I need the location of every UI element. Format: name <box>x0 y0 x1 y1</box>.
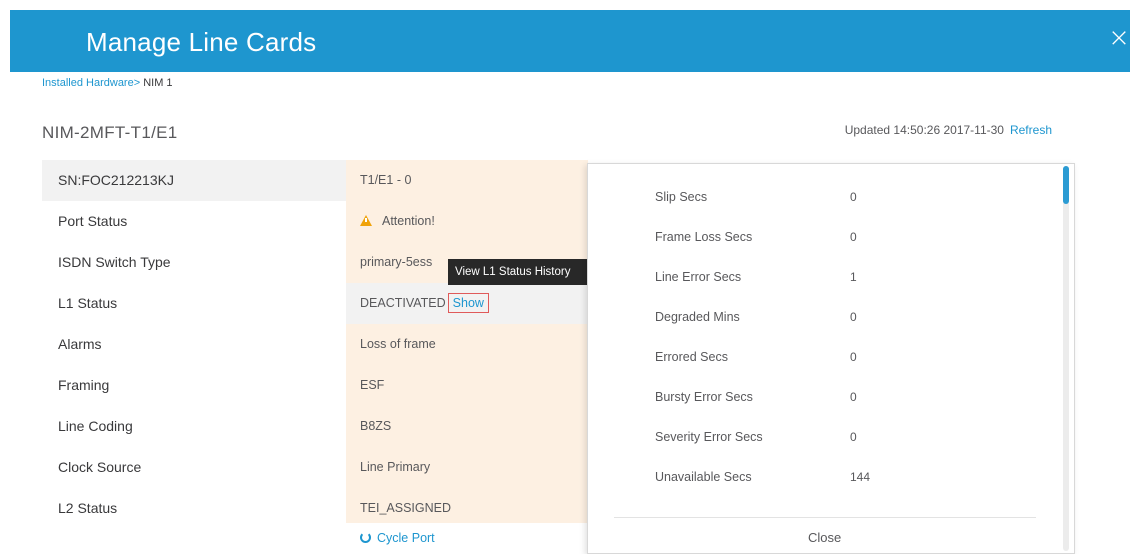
stat-value: 0 <box>850 190 857 204</box>
stat-value: 0 <box>850 390 857 404</box>
stat-row: Line Error Secs 1 <box>588 258 1048 298</box>
updated-status: Updated 14:50:26 2017-11-30 Refresh <box>845 123 1052 137</box>
warning-icon <box>360 215 372 226</box>
stat-label: Frame Loss Secs <box>655 230 753 244</box>
close-icon[interactable]: × <box>1108 24 1130 52</box>
cycle-port-button[interactable]: Cycle Port <box>346 523 588 554</box>
header-bar: Manage Line Cards × <box>10 10 1130 72</box>
stat-label: Errored Secs <box>655 350 728 364</box>
l1-status-history-popup: Slip Secs 0 Frame Loss Secs 0 Line Error… <box>587 163 1075 554</box>
cycle-icon <box>360 532 371 543</box>
stat-value: 144 <box>850 470 871 484</box>
manage-line-cards-page: Manage Line Cards × Installed Hardware> … <box>0 0 1130 554</box>
value-l1-status: DEACTIVATED Show <box>346 283 588 324</box>
cycle-port-label: Cycle Port <box>377 531 435 545</box>
value-alarms: Loss of frame <box>360 337 436 351</box>
popup-scroll-thumb[interactable] <box>1063 166 1069 204</box>
stat-label: Severity Error Secs <box>655 430 763 444</box>
stat-label: Slip Secs <box>655 190 708 204</box>
stat-row: Unavailable Secs 144 <box>588 458 1048 498</box>
stat-label: Degraded Mins <box>655 310 740 324</box>
label-clock-source: Clock Source <box>58 459 142 475</box>
show-l1-history-link[interactable]: Show <box>447 293 489 313</box>
label-l2-status: L2 Status <box>58 500 118 516</box>
value-framing: ESF <box>360 378 385 392</box>
refresh-link[interactable]: Refresh <box>1010 123 1052 137</box>
line-card-title: NIM-2MFT-T1/E1 <box>42 123 178 142</box>
l1-status-history-tooltip: View L1 Status History <box>448 259 588 285</box>
stat-row: Bursty Error Secs 0 <box>588 378 1048 418</box>
stat-label: Line Error Secs <box>655 270 742 284</box>
popup-divider <box>614 517 1036 518</box>
label-serial-number: SN:FOC212213KJ <box>42 160 346 201</box>
breadcrumb-installed-hardware[interactable]: Installed Hardware> <box>42 77 140 89</box>
value-clock-source: Line Primary <box>360 460 431 474</box>
updated-timestamp: Updated 14:50:26 2017-11-30 <box>844 123 1004 137</box>
property-values: T1/E1 - 0 Attention! primary-5ess DEACTI… <box>346 160 588 523</box>
popup-close-button[interactable]: Close <box>808 530 841 545</box>
l1-status-text: DEACTIVATED <box>360 296 446 310</box>
popup-scrollbar[interactable] <box>1063 166 1069 551</box>
stat-label: Unavailable Secs <box>655 470 752 484</box>
value-port: T1/E1 - 0 <box>360 173 412 187</box>
stat-value: 0 <box>850 430 857 444</box>
stat-row: Severity Error Secs 0 <box>588 418 1048 458</box>
stat-value: 0 <box>850 230 857 244</box>
stat-label: Bursty Error Secs <box>655 390 753 404</box>
stat-value: 1 <box>850 270 857 284</box>
value-port-status: Attention! <box>346 201 588 242</box>
stat-row: Slip Secs 0 <box>588 178 1048 218</box>
label-port-status: Port Status <box>58 213 128 229</box>
stat-row: Degraded Mins 0 <box>588 298 1048 338</box>
property-labels: SN:FOC212213KJ Port Status ISDN Switch T… <box>42 160 346 529</box>
label-l1-status: L1 Status <box>58 295 118 311</box>
stat-value: 0 <box>850 350 857 364</box>
breadcrumb: Installed Hardware> NIM 1 <box>42 77 173 89</box>
label-line-coding: Line Coding <box>58 418 133 434</box>
attention-text: Attention! <box>382 214 435 228</box>
stat-row: Errored Secs 0 <box>588 338 1048 378</box>
stat-value: 0 <box>850 310 857 324</box>
label-framing: Framing <box>58 377 110 393</box>
breadcrumb-current: NIM 1 <box>140 77 173 89</box>
page-title: Manage Line Cards <box>86 27 317 57</box>
label-isdn-switch-type: ISDN Switch Type <box>58 254 171 270</box>
value-line-coding: B8ZS <box>360 419 392 433</box>
label-alarms: Alarms <box>58 336 102 352</box>
stat-row: Frame Loss Secs 0 <box>588 218 1048 258</box>
